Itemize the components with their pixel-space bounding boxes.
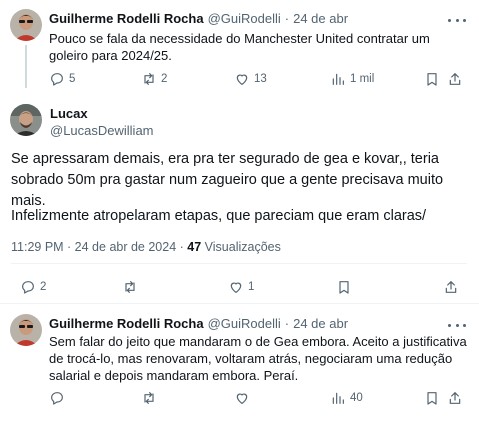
avatar-lucax[interactable] — [10, 104, 42, 136]
like-button[interactable]: 1 — [228, 279, 254, 295]
views-icon — [332, 73, 344, 85]
bookmark-icon — [339, 281, 349, 294]
bookmark-button[interactable] — [424, 71, 440, 87]
like-button[interactable]: 13 — [234, 71, 267, 87]
retweet-icon — [144, 73, 154, 85]
like-button[interactable] — [234, 390, 250, 406]
more-icon[interactable] — [448, 13, 466, 27]
author-handle[interactable]: @GuiRodelli — [208, 316, 281, 331]
more-icon[interactable] — [448, 318, 466, 332]
views-label: Visualizações — [201, 240, 281, 254]
tweet-date[interactable]: 24 de abr — [293, 11, 348, 26]
avatar-guilherme[interactable] — [10, 9, 42, 41]
reply-icon — [51, 392, 63, 405]
share-button[interactable] — [447, 390, 463, 406]
reply-icon — [22, 281, 34, 294]
views-button[interactable]: 1 mil — [330, 71, 374, 87]
avatar-guilherme[interactable] — [10, 314, 42, 346]
bookmark-button[interactable] — [424, 390, 440, 406]
retweet-icon — [144, 392, 154, 404]
author-name[interactable]: Guilherme Rodelli Rocha — [49, 316, 204, 331]
reply-count: 5 — [69, 73, 76, 85]
retweet-button[interactable] — [141, 390, 157, 406]
share-button[interactable] — [443, 279, 459, 295]
views-count: 47 — [187, 240, 202, 254]
reply-count: 2 — [40, 281, 47, 293]
bookmark-icon — [427, 392, 437, 405]
retweet-icon — [125, 281, 135, 293]
divider — [0, 303, 479, 304]
like-count: 13 — [254, 73, 267, 85]
separator: · — [284, 316, 290, 331]
bookmark-icon — [427, 73, 437, 86]
retweet-button[interactable] — [122, 279, 138, 295]
like-icon — [236, 393, 248, 404]
author-name[interactable]: Guilherme Rodelli Rocha — [49, 11, 204, 26]
views-icon — [332, 392, 344, 404]
reply-button[interactable] — [49, 390, 65, 406]
tweet-text: Pouco se fala da necessidade do Manchest… — [49, 31, 430, 63]
bookmark-button[interactable] — [336, 279, 352, 295]
author-name[interactable]: Lucax — [50, 106, 88, 121]
share-icon — [445, 281, 457, 293]
view-count: 40 — [350, 392, 363, 404]
divider — [11, 263, 467, 264]
view-count: 1 mil — [350, 73, 375, 85]
tweet-text: Sem falar do jeito que mandaram o de Gea… — [49, 334, 467, 383]
tweet-date[interactable]: 24 de abr — [293, 316, 348, 331]
retweet-button[interactable]: 2 — [141, 71, 167, 87]
tweet-text-paragraph-2: Infelizmente atropelaram etapas, que par… — [11, 208, 427, 224]
share-button[interactable] — [447, 71, 463, 87]
share-icon — [449, 392, 461, 404]
tweet-timestamp[interactable]: 11:29 PM · 24 de abr de 2024 · — [11, 240, 187, 254]
like-icon — [236, 74, 248, 85]
reply-button[interactable]: 5 — [49, 71, 75, 87]
share-icon — [449, 73, 461, 85]
retweet-count: 2 — [161, 73, 168, 85]
reply-icon — [51, 73, 63, 86]
tweet-text-paragraph-1: Se apressaram demais, era pra ter segura… — [11, 151, 444, 209]
separator: · — [284, 11, 290, 26]
author-handle[interactable]: @GuiRodelli — [208, 11, 281, 26]
views-button[interactable]: 40 — [330, 390, 363, 406]
reply-button[interactable]: 2 — [20, 279, 46, 295]
like-icon — [230, 282, 242, 293]
thread-line — [25, 45, 27, 88]
author-handle[interactable]: @LucasDewilliam — [50, 123, 154, 138]
like-count: 1 — [248, 281, 255, 293]
